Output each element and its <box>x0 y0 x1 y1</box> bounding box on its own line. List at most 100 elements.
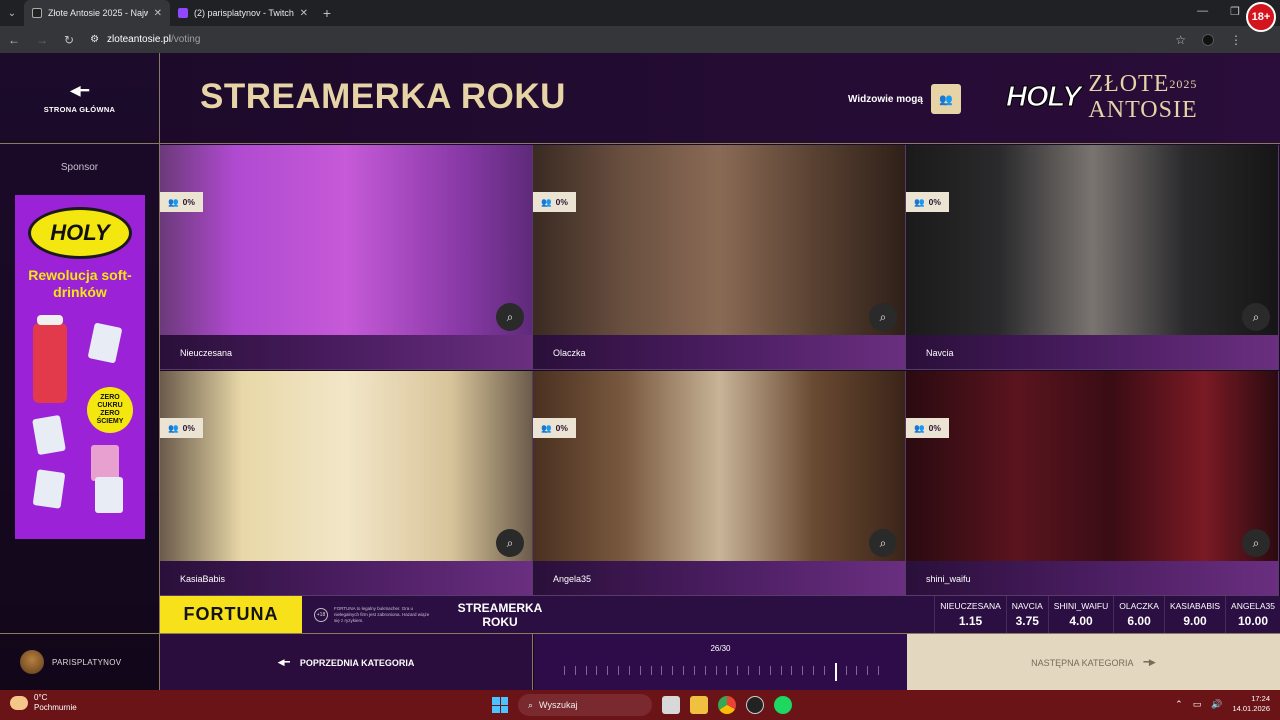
progress-tick[interactable] <box>650 666 652 675</box>
user-profile[interactable]: PARISPLATYNOV <box>0 633 160 690</box>
progress-tick[interactable] <box>780 666 782 675</box>
progress-tick[interactable] <box>607 666 609 675</box>
progress-tick[interactable] <box>737 666 739 675</box>
prev-category-label: POPRZEDNIA KATEGORIA <box>299 657 415 668</box>
users-icon[interactable]: 👥 <box>930 84 961 114</box>
next-category-button[interactable]: NASTĘPNA KATEGORIA ━▶ <box>907 634 1280 691</box>
progress-tick[interactable] <box>693 666 695 675</box>
progress-tick[interactable] <box>596 666 598 675</box>
tab-twitch[interactable]: (2) parisplatynov - Twitch ✕ <box>170 0 316 26</box>
network-icon[interactable]: ▭ <box>1193 699 1202 710</box>
zlote-antosie-logo: ZŁOTE2025 ANTOSIE <box>1088 71 1197 123</box>
progress-tick[interactable] <box>813 666 815 675</box>
brand-year: 2025 <box>1169 77 1198 91</box>
weather-widget[interactable]: 0°C Pochmurnie <box>10 693 77 713</box>
close-tab-icon[interactable]: ✕ <box>154 8 162 19</box>
progress-tick[interactable] <box>672 666 674 675</box>
start-icon[interactable] <box>492 697 508 713</box>
drink-pack-image <box>87 322 123 364</box>
progress-tick[interactable] <box>639 666 641 675</box>
progress-tick[interactable] <box>564 666 565 675</box>
progress-tick[interactable] <box>628 666 630 675</box>
menu-icon[interactable]: ⋮ <box>1230 33 1242 47</box>
vote-percent-badge: 👥 0% <box>160 418 203 438</box>
chevron-up-icon[interactable]: ⌃ <box>1175 699 1183 710</box>
tab-title: Złote Antosie 2025 - Największ <box>48 8 148 18</box>
drink-pack-image <box>95 477 123 513</box>
url-field[interactable]: ⚙ zloteantosie.pl/voting <box>90 29 1159 51</box>
progress-tick[interactable] <box>856 666 858 675</box>
progress-tick[interactable] <box>683 666 685 675</box>
progress-tick[interactable] <box>715 666 717 675</box>
progress-tick[interactable] <box>758 666 760 675</box>
vote-percent: 0% <box>928 423 941 433</box>
file-explorer-icon[interactable] <box>690 696 708 714</box>
back-icon[interactable]: ← <box>8 33 20 47</box>
obs-icon[interactable] <box>746 696 764 714</box>
reload-icon[interactable]: ↻ <box>64 33 74 47</box>
profile-avatar[interactable] <box>1202 33 1214 46</box>
candidate-card[interactable]: 👥 0% ⌕ Olaczka <box>533 145 906 370</box>
progress-tick[interactable] <box>802 666 804 675</box>
progress-tick[interactable] <box>769 666 771 675</box>
candidate-card[interactable]: 👥 0% ⌕ Angela35 <box>533 371 906 596</box>
prev-category-button[interactable]: ◀━ POPRZEDNIA KATEGORIA <box>160 634 533 691</box>
candidate-card[interactable]: 👥 0% ⌕ KasiaBabis <box>160 371 533 596</box>
bookmark-star-icon[interactable]: ☆ <box>1175 33 1186 47</box>
progress-tick[interactable] <box>845 666 847 675</box>
forward-icon[interactable]: → <box>36 33 48 47</box>
new-tab-button[interactable]: + <box>316 5 338 21</box>
progress-tick[interactable] <box>748 666 750 675</box>
zoom-icon[interactable]: ⌕ <box>869 529 897 557</box>
odds-item[interactable]: ANGELA35 10.00 <box>1225 596 1280 633</box>
candidate-card[interactable]: 👥 0% ⌕ shini_waifu <box>906 371 1279 596</box>
spotify-icon[interactable] <box>774 696 792 714</box>
users-icon: 👥 <box>541 196 552 207</box>
task-view-icon[interactable] <box>662 696 680 714</box>
odds-item[interactable]: SHINI_WAIFU 4.00 <box>1047 596 1113 633</box>
odds-item[interactable]: NAVCIA 3.75 <box>1005 596 1048 633</box>
time: 17:24 <box>1251 694 1270 703</box>
candidate-photo <box>160 145 532 335</box>
zoom-icon[interactable]: ⌕ <box>1242 303 1270 331</box>
taskbar-search[interactable]: ⌕ Wyszukaj <box>518 694 652 716</box>
zoom-icon[interactable]: ⌕ <box>496 303 524 331</box>
progress-tick[interactable] <box>585 666 587 675</box>
close-tab-icon[interactable]: ✕ <box>300 8 308 19</box>
home-button[interactable]: ◀━ STRONA GŁÓWNA <box>0 53 159 144</box>
tab-zlote-antosie[interactable]: Złote Antosie 2025 - Największ ✕ <box>24 0 170 26</box>
tab-list-button[interactable]: ⌄ <box>0 0 24 26</box>
progress-tick[interactable] <box>791 666 793 675</box>
url-host: zloteantosie.pl <box>107 34 171 45</box>
progress-tick[interactable] <box>823 666 825 675</box>
progress-tick[interactable] <box>878 666 879 675</box>
odds-item[interactable]: NIEUCZESANA 1.15 <box>934 596 1005 633</box>
progress-tick-current[interactable] <box>834 663 837 681</box>
volume-icon[interactable]: 🔊 <box>1211 699 1222 710</box>
clock[interactable]: 17:24 14.01.2026 <box>1232 694 1270 714</box>
minimize-icon[interactable]: — <box>1197 5 1208 18</box>
progress-tick[interactable] <box>726 666 728 675</box>
age-rating-badge: 18+ <box>1246 2 1276 32</box>
progress-tick[interactable] <box>704 666 706 675</box>
progress-tick[interactable] <box>661 666 663 675</box>
zoom-icon[interactable]: ⌕ <box>496 529 524 557</box>
home-label: STRONA GŁÓWNA <box>43 105 116 114</box>
progress-tick[interactable] <box>867 666 869 675</box>
chrome-icon[interactable] <box>718 696 736 714</box>
zoom-icon[interactable]: ⌕ <box>869 303 897 331</box>
candidate-name: Angela35 <box>533 561 905 595</box>
search-icon: ⌕ <box>528 699 534 710</box>
candidate-card[interactable]: 👥 0% ⌕ Navcia <box>906 145 1279 370</box>
maximize-icon[interactable]: ❐ <box>1230 5 1240 18</box>
progress-tick[interactable] <box>618 666 620 675</box>
zoom-icon[interactable]: ⌕ <box>1242 529 1270 557</box>
candidate-card[interactable]: 👥 0% ⌕ Nieuczesana <box>160 145 533 370</box>
odds-item[interactable]: OLACZKA 6.00 <box>1113 596 1164 633</box>
odds-item[interactable]: KASIABABIS 9.00 <box>1163 596 1225 633</box>
site-info-icon[interactable]: ⚙ <box>90 34 99 45</box>
progress-tick[interactable] <box>574 666 576 675</box>
fortuna-logo[interactable]: FORTUNA <box>160 596 302 633</box>
sponsor-ad[interactable]: HOLY Rewolucja soft-drinków ZERO CUKRU Z… <box>15 195 145 539</box>
category-progress: 26/30 <box>534 634 907 691</box>
